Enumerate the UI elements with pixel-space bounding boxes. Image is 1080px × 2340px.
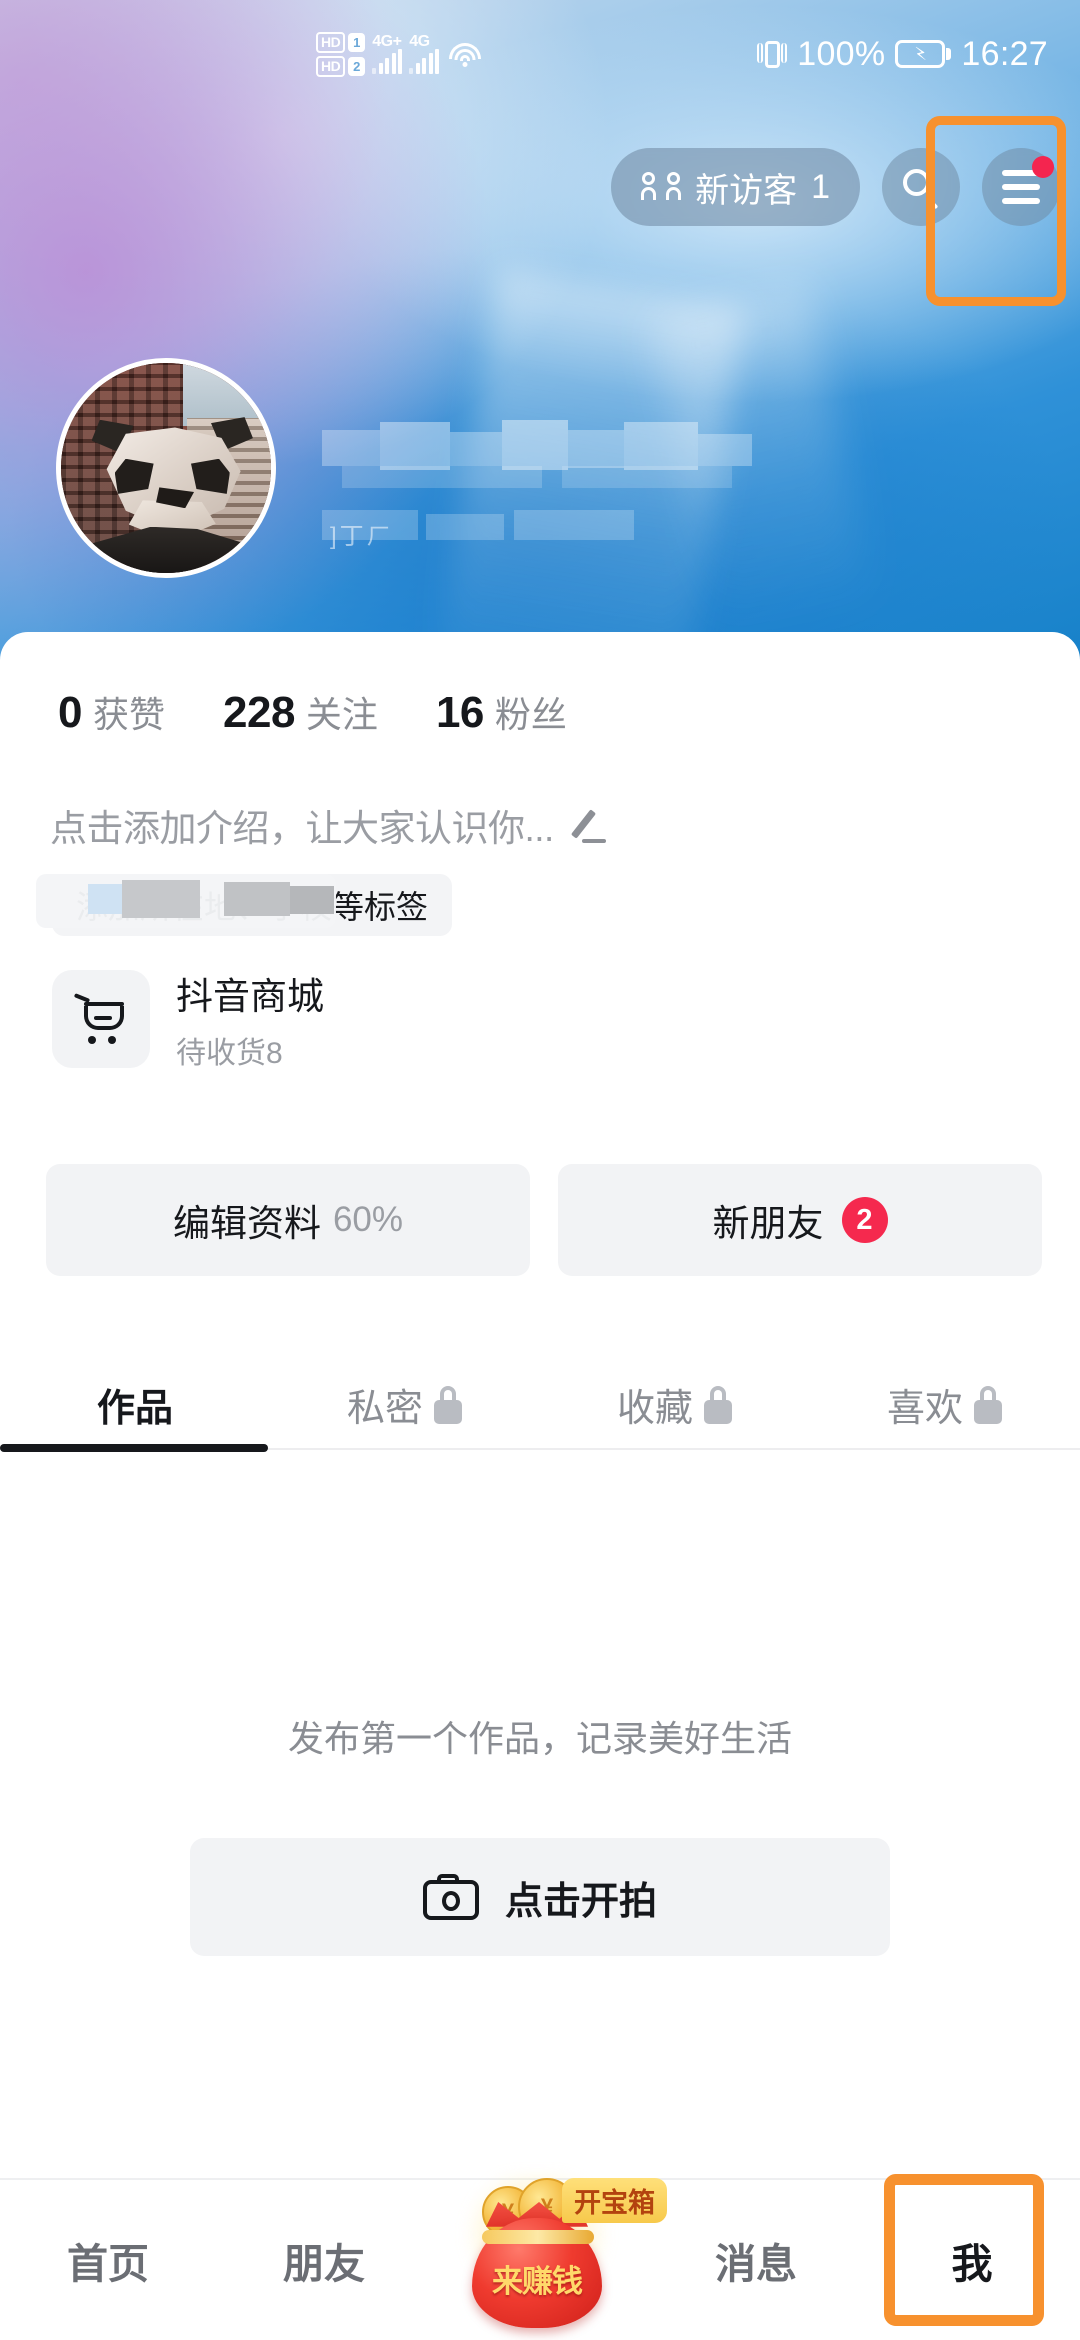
avatar[interactable] xyxy=(56,358,276,578)
status-bar-left: HD 1 HD 2 4G+ 4G xyxy=(316,31,482,77)
sim-card-icon-1: 1 xyxy=(348,32,366,52)
earn-money-button[interactable]: ¥ ¥ 来赚钱 开宝箱 xyxy=(444,2176,667,2340)
tab-liked[interactable]: 喜欢 xyxy=(810,1377,1080,1432)
search-button[interactable] xyxy=(882,148,960,226)
tab-active-indicator xyxy=(0,1444,268,1452)
profile-content-card: 0 获赞 228 关注 16 粉丝 点击添加介绍，让大家认识你... 添加所在地… xyxy=(0,632,1080,2340)
stat-following-label: 关注 xyxy=(305,694,378,735)
stat-likes-value: 0 xyxy=(58,688,82,737)
bottom-nav-home-label: 首页 xyxy=(67,2241,149,2287)
signal-group-1: 4G+ xyxy=(372,33,403,74)
status-bar-right: 100% ⚡ 16:27 xyxy=(757,35,1048,74)
hamburger-menu-icon xyxy=(1002,170,1040,204)
pencil-icon xyxy=(570,805,610,845)
lock-icon xyxy=(973,1385,1003,1424)
top-navigation: 新访客 1 xyxy=(611,148,1060,226)
new-friends-badge: 2 xyxy=(841,1197,888,1243)
battery-charging-icon: ⚡ xyxy=(895,39,952,69)
lock-icon xyxy=(703,1385,733,1424)
bottom-nav-home[interactable]: 首页 xyxy=(0,2230,216,2290)
signal-bars-icon-2 xyxy=(409,49,440,74)
stat-followers-label: 粉丝 xyxy=(494,694,567,735)
dual-sim-indicator: HD 1 HD 2 xyxy=(316,31,366,77)
battery-percent-label: 100% xyxy=(797,34,886,73)
people-icon xyxy=(641,172,682,202)
tab-works-label: 作品 xyxy=(96,1388,173,1430)
earn-money-label: 来赚钱 xyxy=(492,2264,583,2299)
status-bar: HD 1 HD 2 4G+ 4G 100% ⚡ 16:27 xyxy=(0,0,1080,108)
tab-private-label: 私密 xyxy=(346,1388,423,1430)
clock-label: 16:27 xyxy=(961,34,1048,73)
network-type-label-1: 4G+ xyxy=(372,33,402,50)
bottom-nav-messages-label: 消息 xyxy=(715,2241,797,2287)
menu-button[interactable] xyxy=(982,148,1060,226)
network-type-label-2: 4G xyxy=(409,33,430,50)
bottom-nav-friends[interactable]: 朋友 xyxy=(216,2230,432,2290)
stat-followers[interactable]: 16 粉丝 xyxy=(436,686,567,738)
bio-placeholder-text: 点击添加介绍，让大家认识你... xyxy=(50,808,554,849)
tab-private[interactable]: 私密 xyxy=(270,1377,540,1432)
start-shooting-button[interactable]: 点击开拍 xyxy=(190,1838,890,1956)
bottom-nav-friends-label: 朋友 xyxy=(283,2241,365,2287)
edit-profile-progress: 60% xyxy=(332,1200,404,1239)
new-visitor-button[interactable]: 新访客 1 xyxy=(611,148,860,226)
empty-state-message: 发布第一个作品，记录美好生活 xyxy=(287,1718,792,1759)
bottom-nav-me-label: 我 xyxy=(951,2241,993,2287)
camera-icon xyxy=(422,1874,479,1920)
new-visitor-label: 新访客 xyxy=(695,171,798,210)
tab-favorites[interactable]: 收藏 xyxy=(540,1377,810,1432)
new-visitor-count: 1 xyxy=(811,167,830,206)
edit-profile-label: 编辑资料 xyxy=(172,1203,321,1244)
hd-icon: HD xyxy=(316,31,346,53)
money-bag-tie xyxy=(482,2230,594,2244)
vibrate-icon xyxy=(757,37,788,71)
username-redacted xyxy=(322,416,752,494)
lock-icon xyxy=(433,1385,463,1424)
action-buttons-row: 编辑资料 60% 新朋友 2 xyxy=(46,1164,1042,1276)
tab-liked-label: 喜欢 xyxy=(886,1388,963,1430)
hd-icon-2: HD xyxy=(316,55,346,77)
mall-entry[interactable]: 抖音商城 待收货8 xyxy=(52,966,324,1072)
stat-following[interactable]: 228 关注 xyxy=(223,686,378,738)
stat-followers-value: 16 xyxy=(435,688,484,737)
stat-likes[interactable]: 0 获赞 xyxy=(58,686,165,738)
search-icon xyxy=(901,167,941,210)
handle-ghost-text: ]丁ㄏ xyxy=(330,523,394,550)
stat-likes-label: 获赞 xyxy=(92,694,165,735)
bottom-nav-messages[interactable]: 消息 xyxy=(648,2230,864,2290)
wifi-icon xyxy=(448,41,482,67)
shopping-cart-icon xyxy=(52,970,150,1068)
bio-row[interactable]: 点击添加介绍，让大家认识你... xyxy=(50,798,610,852)
menu-notification-dot xyxy=(1032,156,1054,178)
stats-row: 0 获赞 228 关注 16 粉丝 xyxy=(58,686,567,738)
edit-profile-button[interactable]: 编辑资料 60% xyxy=(46,1164,530,1276)
mall-title: 抖音商城 xyxy=(176,976,324,1017)
new-friends-button[interactable]: 新朋友 2 xyxy=(558,1164,1042,1276)
treasure-chest-tooltip: 开宝箱 xyxy=(562,2178,667,2223)
new-friends-label: 新朋友 xyxy=(712,1203,824,1244)
signal-group-2: 4G xyxy=(409,33,440,74)
tab-favorites-label: 收藏 xyxy=(616,1388,693,1430)
stat-following-value: 228 xyxy=(223,688,295,737)
bottom-nav-me[interactable]: 我 xyxy=(864,2230,1080,2290)
tab-works[interactable]: 作品 xyxy=(0,1377,270,1432)
sim-card-icon-2: 2 xyxy=(348,56,366,76)
tag-redacted-overlay xyxy=(36,862,356,940)
mall-subtitle: 待收货8 xyxy=(176,1037,283,1070)
signal-bars-icon-1 xyxy=(372,49,403,74)
start-shooting-label: 点击开拍 xyxy=(504,1880,657,1923)
